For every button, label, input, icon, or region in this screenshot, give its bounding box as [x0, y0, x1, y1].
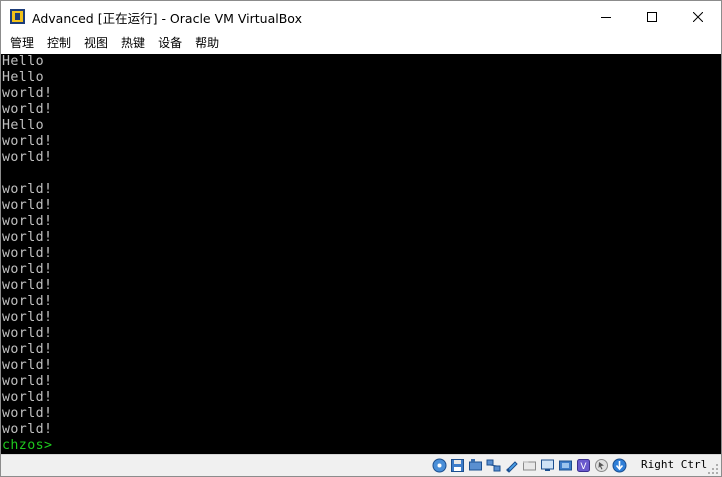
console-line: world! — [2, 422, 53, 437]
maximize-button[interactable] — [629, 1, 675, 32]
status-bar: V Right Ctrl — [1, 454, 721, 476]
minimize-icon — [601, 16, 611, 18]
console-line: world! — [2, 262, 53, 277]
display-icon[interactable] — [540, 458, 555, 473]
menu-help[interactable]: 帮助 — [189, 33, 226, 53]
menu-control[interactable]: 控制 — [41, 33, 78, 53]
console-line: world! — [2, 358, 53, 373]
console-line: Hello — [2, 118, 45, 133]
vm-console-screen[interactable]: Hello Hello world! world! Hello world! w… — [1, 54, 721, 454]
console-line: Hello — [2, 70, 45, 85]
video-capture-icon[interactable] — [558, 458, 573, 473]
console-line: world! — [2, 310, 53, 325]
console-line: world! — [2, 134, 53, 149]
console-line: world! — [2, 246, 53, 261]
host-key-icon[interactable] — [612, 458, 627, 473]
menu-hotkeys[interactable]: 热键 — [115, 33, 152, 53]
menu-bar: 管理 控制 视图 热键 设备 帮助 — [1, 32, 721, 54]
close-icon — [693, 11, 703, 22]
menu-view[interactable]: 视图 — [78, 33, 115, 53]
minimize-button[interactable] — [583, 1, 629, 32]
title-bar[interactable]: Advanced [正在运行] - Oracle VM VirtualBox — [1, 1, 721, 32]
host-key-label: Right Ctrl — [641, 458, 708, 471]
console-prompt: chzos> — [2, 438, 53, 453]
console-line: world! — [2, 342, 53, 357]
floppy-icon[interactable] — [450, 458, 465, 473]
shared-folder-icon[interactable] — [522, 458, 537, 473]
virtualbox-app-icon[interactable] — [9, 8, 26, 25]
console-line: world! — [2, 150, 53, 165]
console-line: world! — [2, 86, 53, 101]
console-line: world! — [2, 390, 53, 405]
maximize-icon — [647, 11, 657, 22]
console-line: Hello — [2, 54, 45, 69]
svg-text:V: V — [580, 462, 587, 472]
network-icon[interactable] — [486, 458, 501, 473]
hard-disk-icon[interactable] — [432, 458, 447, 473]
usb-icon[interactable] — [504, 458, 519, 473]
console-line: world! — [2, 278, 53, 293]
virtualization-icon[interactable]: V — [576, 458, 591, 473]
close-button[interactable] — [675, 1, 721, 32]
console-line: world! — [2, 102, 53, 117]
console-line: world! — [2, 214, 53, 229]
mouse-integration-icon[interactable] — [594, 458, 609, 473]
resize-grip-icon[interactable] — [707, 463, 719, 475]
console-line: world! — [2, 406, 53, 421]
console-line: world! — [2, 182, 53, 197]
console-line: world! — [2, 198, 53, 213]
console-line: world! — [2, 374, 53, 389]
optical-drive-icon[interactable] — [468, 458, 483, 473]
virtualbox-window: Advanced [正在运行] - Oracle VM VirtualBox 管… — [0, 0, 722, 477]
window-title: Advanced [正在运行] - Oracle VM VirtualBox — [32, 11, 302, 26]
menu-machine[interactable]: 管理 — [4, 33, 41, 53]
console-line: world! — [2, 230, 53, 245]
menu-devices[interactable]: 设备 — [152, 33, 189, 53]
console-line: world! — [2, 326, 53, 341]
console-line: world! — [2, 294, 53, 309]
